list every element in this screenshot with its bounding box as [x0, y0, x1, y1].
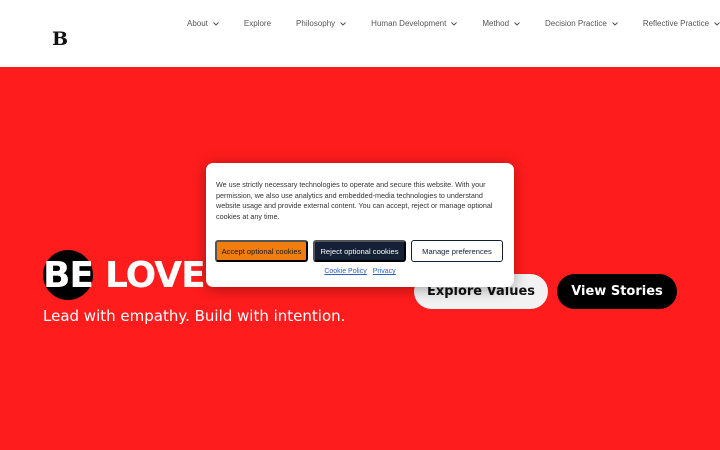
- nav-item-label: Human Development: [371, 19, 447, 28]
- nav-item-label: Method: [482, 19, 510, 28]
- chevron-down-icon: [340, 21, 347, 26]
- brand-circle: BE: [42, 250, 94, 300]
- hero-brand: BE LOVE: [42, 250, 206, 300]
- cookie-button-group: Accept optional cookies Reject optional …: [215, 240, 503, 262]
- accept-cookies-button[interactable]: Accept optional cookies: [215, 240, 308, 262]
- chevron-down-icon: [611, 21, 618, 26]
- nav-item-decision-practice[interactable]: Decision Practice: [545, 19, 618, 28]
- brand-love-text: LOVE: [105, 254, 206, 296]
- nav-item-label: Decision Practice: [545, 19, 607, 28]
- nav-item-method[interactable]: Method: [482, 19, 520, 28]
- cookie-policy-link[interactable]: Cookie Policy: [324, 268, 366, 275]
- hero-tagline: Lead with empathy. Build with intention.: [43, 307, 346, 325]
- cookie-consent-dialog: We use strictly necessary technologies t…: [206, 163, 514, 287]
- site-header: B About Explore Philosophy Human Develop…: [0, 0, 720, 67]
- view-stories-button[interactable]: View Stories: [557, 274, 677, 309]
- chevron-down-icon: [451, 21, 458, 26]
- cookie-links: Cookie Policy Privacy: [206, 268, 514, 275]
- nav-item-label: Philosophy: [296, 19, 336, 28]
- nav-item-reflective-practice[interactable]: Reflective Practice: [643, 19, 720, 28]
- nav-item-label: Reflective Practice: [642, 19, 710, 28]
- nav-item-about[interactable]: About: [187, 19, 219, 28]
- site-logo[interactable]: B: [52, 28, 68, 50]
- brand-be-text: BE: [42, 254, 94, 296]
- cookie-consent-text: We use strictly necessary technologies t…: [216, 180, 493, 221]
- nav-item-explore[interactable]: Explore: [244, 19, 271, 28]
- privacy-link[interactable]: Privacy: [373, 268, 396, 275]
- reject-cookies-button[interactable]: Reject optional cookies: [313, 240, 406, 262]
- chevron-down-icon: [514, 21, 520, 26]
- nav-item-label: Explore: [243, 19, 272, 28]
- manage-preferences-button[interactable]: Manage preferences: [411, 240, 503, 262]
- nav-item-philosophy[interactable]: Philosophy: [296, 19, 347, 28]
- main-nav: About Explore Philosophy Human Developme…: [187, 19, 720, 28]
- chevron-down-icon: [714, 21, 720, 26]
- nav-item-label: About: [187, 19, 208, 28]
- chevron-down-icon: [213, 21, 219, 26]
- nav-item-human-development[interactable]: Human Development: [371, 19, 458, 28]
